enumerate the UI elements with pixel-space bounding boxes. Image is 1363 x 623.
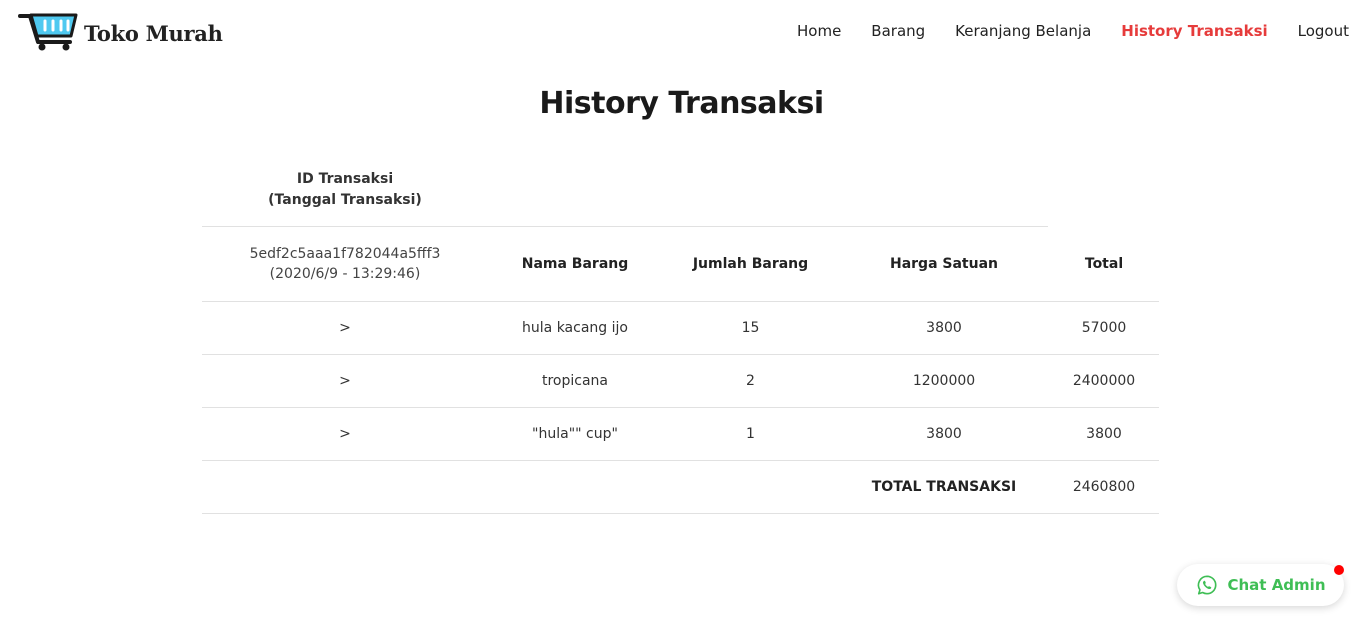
nav-keranjang-belanja[interactable]: Keranjang Belanja xyxy=(955,22,1091,40)
notification-dot xyxy=(1334,565,1344,575)
transaction-date: (2020/6/9 - 13:29:46) xyxy=(269,266,421,282)
jumlah-barang-cell: 2 xyxy=(746,373,755,389)
transaction-id-cell: 5edf2c5aaa1f782044a5fff3 (2020/6/9 - 13:… xyxy=(202,244,488,284)
row-marker: > xyxy=(339,320,351,336)
chat-admin-button[interactable]: Chat Admin xyxy=(1177,564,1344,606)
nav-logout[interactable]: Logout xyxy=(1298,22,1349,40)
site-header: Toko Murah Home Barang Keranjang Belanja… xyxy=(0,0,1363,66)
table-row: > tropicana 2 1200000 2400000 xyxy=(202,355,1159,408)
chat-admin-label: Chat Admin xyxy=(1227,576,1326,594)
total-cell: 3800 xyxy=(1086,426,1122,442)
row-marker: > xyxy=(339,426,351,442)
harga-satuan-cell: 3800 xyxy=(926,320,962,336)
total-transaksi-value: 2460800 xyxy=(1072,479,1136,495)
transaction-table: ID Transaksi (Tanggal Transaksi) 5edf2c5… xyxy=(202,150,1159,514)
shopping-cart-icon xyxy=(18,13,78,51)
total-transaksi-label: TOTAL TRANSAKSI xyxy=(871,479,1017,495)
id-transaksi-header: ID Transaksi (Tanggal Transaksi) xyxy=(268,171,422,208)
total-cell: 2400000 xyxy=(1072,373,1136,389)
col-harga-satuan: Harga Satuan xyxy=(889,256,998,272)
total-transaksi-row: TOTAL TRANSAKSI 2460800 xyxy=(202,461,1159,514)
col-total: Total xyxy=(1084,256,1124,272)
jumlah-barang-cell: 15 xyxy=(741,320,760,336)
brand-name: Toko Murah xyxy=(84,20,223,46)
brand-logo[interactable]: Toko Murah xyxy=(18,12,223,52)
table-row: > "hula"" cup" 1 3800 3800 xyxy=(202,408,1159,461)
page-title: History Transaksi xyxy=(539,86,824,121)
row-marker: > xyxy=(339,373,351,389)
nav-history-transaksi[interactable]: History Transaksi xyxy=(1121,22,1267,40)
nama-barang-cell: tropicana xyxy=(541,373,608,389)
table-row: > hula kacang ijo 15 3800 57000 xyxy=(202,302,1159,355)
nama-barang-cell: "hula"" cup" xyxy=(532,426,618,442)
harga-satuan-cell: 1200000 xyxy=(912,373,976,389)
whatsapp-icon xyxy=(1197,575,1217,595)
transaction-id-header-row: ID Transaksi (Tanggal Transaksi) xyxy=(202,150,1048,227)
col-nama-barang: Nama Barang xyxy=(521,256,629,272)
nav-barang[interactable]: Barang xyxy=(871,22,925,40)
main-nav: Home Barang Keranjang Belanja History Tr… xyxy=(797,22,1349,40)
jumlah-barang-cell: 1 xyxy=(746,426,755,442)
col-jumlah-barang: Jumlah Barang xyxy=(692,256,809,272)
harga-satuan-cell: 3800 xyxy=(926,426,962,442)
nav-home[interactable]: Home xyxy=(797,22,841,40)
total-cell: 57000 xyxy=(1081,320,1127,336)
nama-barang-cell: hula kacang ijo xyxy=(522,320,628,336)
table-header-row: 5edf2c5aaa1f782044a5fff3 (2020/6/9 - 13:… xyxy=(202,227,1159,302)
transaction-id: 5edf2c5aaa1f782044a5fff3 xyxy=(249,246,441,262)
